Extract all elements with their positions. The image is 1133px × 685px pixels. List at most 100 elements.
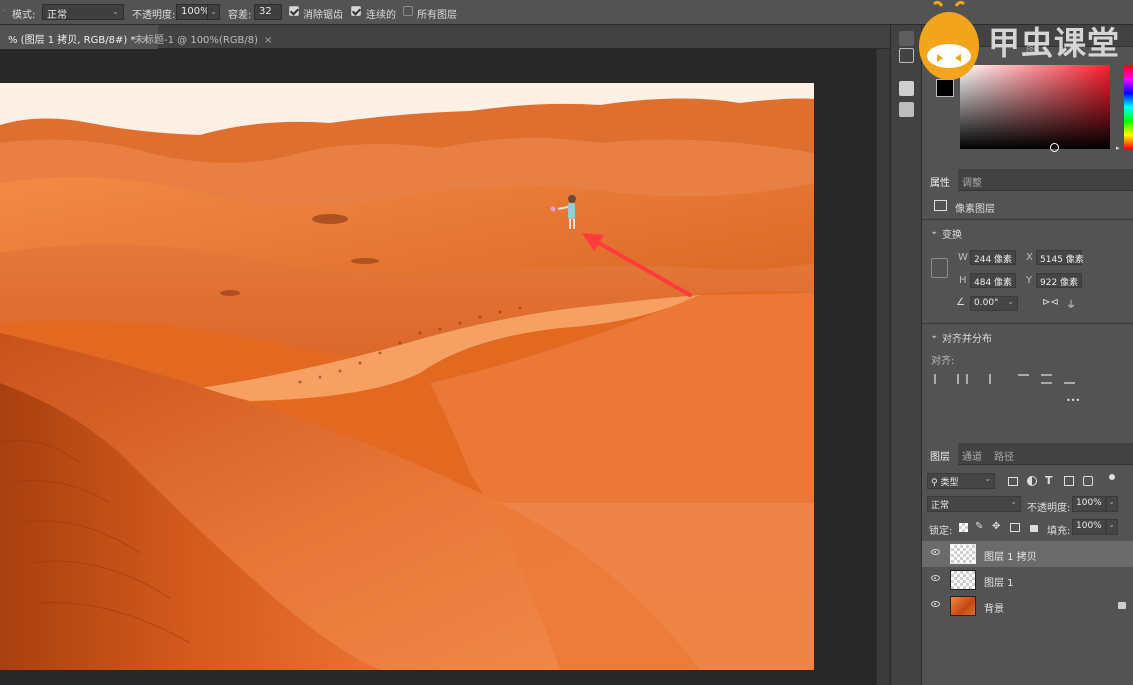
pixel-layer-icon (934, 200, 947, 211)
lock-artboard-icon[interactable] (1010, 523, 1020, 532)
angle-value: 0.00° (974, 298, 999, 308)
filter-adjustment-icon[interactable] (1027, 476, 1037, 486)
tab-label: 未标题-1 @ 100%(RGB/8) (134, 35, 259, 46)
x-input[interactable]: 5145 像素 (1036, 250, 1084, 265)
filter-toggle-icon[interactable] (1109, 474, 1115, 480)
history-icon[interactable] (899, 48, 914, 63)
fill-input[interactable]: 100% (1072, 519, 1106, 535)
width-input[interactable]: 244 像素 (970, 250, 1016, 265)
layers-panel: ⚲ 类型 ⌄ T 正常 ⌄ 不透明度: 100% ⌄ 锁定: ✎ ✥ 填充: 1… (922, 465, 1133, 685)
layer-row-layer-1[interactable]: 图层 1 (922, 567, 1133, 593)
right-panels: 板 图 ▸ 属性 调整 像素图层 ⌄ 变换 W 244 像素 X 5145 像素… (922, 25, 1133, 685)
align-bottom-icon[interactable] (1064, 374, 1075, 384)
lock-move-icon[interactable]: ✥ (992, 521, 1000, 532)
w-label: W (958, 252, 968, 263)
eye-icon[interactable] (931, 575, 940, 581)
close-icon[interactable]: × (264, 35, 272, 46)
color-picker-handle[interactable] (1050, 143, 1059, 152)
x-label: X (1026, 252, 1033, 263)
opacity-input[interactable]: 100% (176, 4, 210, 20)
canvas-area[interactable] (0, 49, 876, 685)
tab-channels[interactable]: 通道 (962, 448, 982, 463)
y-input[interactable]: 922 像素 (1036, 273, 1082, 288)
eye-icon[interactable] (931, 601, 940, 607)
document-tab-bar: % (图层 1 拷贝, RGB/8#) * × 未标题-1 @ 100%(RGB/… (0, 25, 890, 49)
blend-mode-value: 正常 (931, 501, 950, 511)
foreground-color-swatch[interactable] (936, 79, 954, 97)
hue-pointer-icon: ▸ (1116, 144, 1120, 152)
layers-panel-header: 图层 通道 路径 (922, 443, 1133, 465)
panel-icon-strip (890, 25, 922, 685)
desert-photo[interactable] (0, 83, 814, 670)
contiguous-checkbox[interactable] (351, 6, 361, 16)
chevron-down-icon: ⌄ (1108, 497, 1115, 506)
layer-thumbnail (950, 596, 976, 616)
layer-filter-select[interactable]: ⚲ 类型 ⌄ (927, 473, 995, 489)
width-value: 244 像素 (974, 255, 1013, 265)
filter-smart-object-icon[interactable] (1083, 476, 1093, 486)
tolerance-value: 32 (259, 6, 272, 17)
opacity-label: 不透明度: (132, 10, 176, 21)
blend-mode-select[interactable]: 正常 ⌄ (927, 496, 1021, 512)
mode-value: 正常 (47, 10, 67, 21)
layer-row-background[interactable]: 背景 (922, 593, 1133, 619)
all-layers-checkbox[interactable] (403, 6, 413, 16)
canvas-scrollbar[interactable] (876, 49, 890, 685)
collapse-arrows-icon[interactable] (899, 31, 914, 46)
tab-paths[interactable]: 路径 (994, 448, 1014, 463)
options-bar: · 模式: 正常 ⌄ 不透明度: 100% ⌄ 容差: 32 消除锯齿 连续的 … (0, 0, 1133, 25)
layer-opacity-dropdown[interactable]: ⌄ (1106, 496, 1118, 512)
filter-pixel-icon[interactable] (1008, 477, 1018, 486)
layer-row-layer-1-copy[interactable]: 图层 1 拷贝 (922, 541, 1133, 567)
layer-type-label: 像素图层 (955, 204, 995, 215)
mode-select[interactable]: 正常 ⌄ (42, 4, 124, 21)
antialias-checkbox[interactable] (289, 6, 299, 16)
chevron-down-icon[interactable]: ⌄ (930, 330, 938, 341)
chevron-down-icon[interactable]: ⌄ (930, 226, 938, 237)
filter-kind-value: 类型 (940, 478, 959, 488)
layer-thumbnail (950, 544, 976, 564)
more-options-icon[interactable]: ••• (1066, 396, 1080, 405)
chevron-down-icon: ⌄ (1108, 520, 1115, 529)
lock-transparent-icon[interactable] (959, 523, 968, 532)
y-value: 922 像素 (1040, 278, 1079, 288)
layer-opacity-input[interactable]: 100% (1072, 496, 1106, 512)
lock-all-icon[interactable] (1030, 525, 1038, 532)
height-input[interactable]: 484 像素 (970, 273, 1016, 288)
color-panel: ▸ (922, 47, 1133, 167)
angle-input[interactable]: 0.00° ⌄ (970, 296, 1018, 311)
tab-properties[interactable]: 属性 (922, 169, 958, 191)
lock-label: 锁定: (929, 526, 953, 537)
opacity-dropdown[interactable]: ⌄ (207, 4, 220, 20)
align-top-icon[interactable] (1018, 374, 1029, 384)
chevron-down-icon: ⌄ (112, 7, 119, 16)
filter-type-icon[interactable]: T (1045, 474, 1053, 487)
tab-label: % (图层 1 拷贝, RGB/8#) * (8, 35, 136, 46)
tab-layers[interactable]: 图层 (922, 443, 958, 465)
tab-adjustments[interactable]: 调整 (962, 174, 982, 189)
properties-icon[interactable] (899, 81, 914, 96)
notes-icon[interactable] (899, 102, 914, 117)
align-left-icon[interactable] (934, 374, 945, 384)
h-label: H (959, 275, 967, 286)
link-icon[interactable] (931, 258, 948, 278)
hue-slider[interactable] (1124, 65, 1133, 149)
lock-brush-icon[interactable]: ✎ (975, 521, 983, 532)
align-center-v-icon[interactable] (1041, 374, 1052, 384)
layer-name: 背景 (984, 604, 1004, 615)
fill-dropdown[interactable]: ⌄ (1106, 519, 1118, 535)
color-field[interactable] (960, 65, 1110, 152)
tolerance-input[interactable]: 32 (254, 4, 282, 20)
layer-opacity-label: 不透明度: (1027, 503, 1071, 514)
layer-name: 图层 1 (984, 578, 1014, 589)
filter-shape-icon[interactable] (1064, 476, 1074, 486)
transform-title: 变换 (942, 230, 962, 241)
tab-untitled-1[interactable]: 未标题-1 @ 100%(RGB/8) × (126, 25, 280, 49)
align-right-icon[interactable] (980, 374, 991, 384)
align-center-h-icon[interactable] (957, 374, 968, 384)
flip-horizontal-icon[interactable]: ⊳⊲ (1042, 297, 1059, 308)
all-layers-label: 所有图层 (417, 10, 457, 21)
chevron-down-icon: ⌄ (210, 7, 217, 16)
eye-icon[interactable] (931, 549, 940, 555)
flip-vertical-icon[interactable]: ⏚ (1066, 296, 1076, 311)
